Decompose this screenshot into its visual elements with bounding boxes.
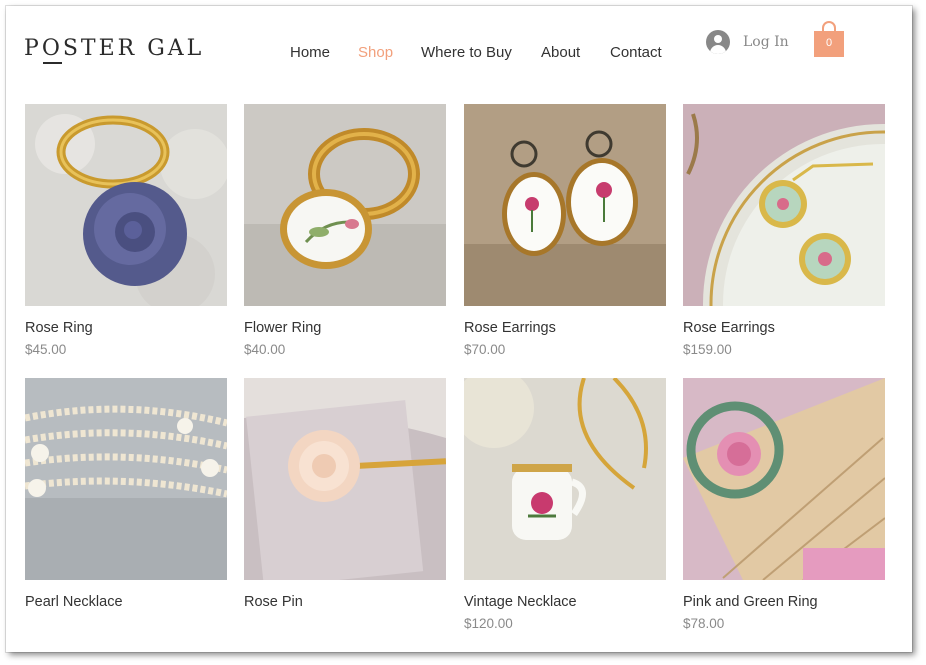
- page-frame: POSTER GAL Home Shop Where to Buy About …: [6, 6, 912, 652]
- product-image[interactable]: [683, 378, 885, 580]
- logo-text-end: STER GAL: [62, 36, 205, 61]
- product-name[interactable]: Rose Earrings: [683, 320, 885, 336]
- product-image[interactable]: [25, 104, 227, 306]
- product-name[interactable]: Rose Pin: [244, 594, 446, 610]
- product-price: $70.00: [464, 342, 506, 357]
- nav-item-about[interactable]: About: [541, 44, 580, 61]
- logo-text-o: O: [41, 36, 63, 64]
- product-image[interactable]: [244, 378, 446, 580]
- product-card[interactable]: Rose Ring $45.00: [25, 104, 227, 357]
- product-image[interactable]: [464, 104, 666, 306]
- product-image[interactable]: [244, 104, 446, 306]
- product-name[interactable]: Vintage Necklace: [464, 594, 666, 610]
- cart-button[interactable]: 0: [814, 21, 844, 57]
- product-card[interactable]: Rose Earrings $70.00: [464, 104, 666, 357]
- user-avatar-icon: [706, 30, 730, 54]
- product-price: $78.00: [683, 616, 725, 631]
- nav-item-where-to-buy[interactable]: Where to Buy: [421, 44, 512, 61]
- product-name[interactable]: Rose Ring: [25, 320, 227, 336]
- product-price: $159.00: [683, 342, 732, 357]
- product-card[interactable]: Pearl Necklace: [25, 378, 227, 616]
- product-image[interactable]: [25, 378, 227, 580]
- login-button[interactable]: Log In: [706, 28, 789, 56]
- cart-count: 0: [825, 37, 833, 49]
- logo-text-start: P: [24, 36, 42, 61]
- nav-item-shop[interactable]: Shop: [358, 44, 393, 61]
- product-image[interactable]: [683, 104, 885, 306]
- product-name[interactable]: Flower Ring: [244, 320, 446, 336]
- site-logo[interactable]: POSTER GAL: [24, 36, 205, 64]
- product-card[interactable]: Pink and Green Ring $78.00: [683, 378, 885, 631]
- product-price: $45.00: [25, 342, 67, 357]
- nav-item-contact[interactable]: Contact: [610, 44, 662, 61]
- product-image[interactable]: [464, 378, 666, 580]
- product-price: $120.00: [464, 616, 513, 631]
- product-name[interactable]: Pearl Necklace: [25, 594, 227, 610]
- product-name[interactable]: Pink and Green Ring: [683, 594, 885, 610]
- nav-item-home[interactable]: Home: [290, 44, 330, 61]
- product-card[interactable]: Flower Ring $40.00: [244, 104, 446, 357]
- product-card[interactable]: Rose Pin: [244, 378, 446, 616]
- product-name[interactable]: Rose Earrings: [464, 320, 666, 336]
- product-card[interactable]: Vintage Necklace $120.00: [464, 378, 666, 631]
- product-card[interactable]: Rose Earrings $159.00: [683, 104, 885, 357]
- login-label: Log In: [743, 34, 789, 50]
- product-price: $40.00: [244, 342, 286, 357]
